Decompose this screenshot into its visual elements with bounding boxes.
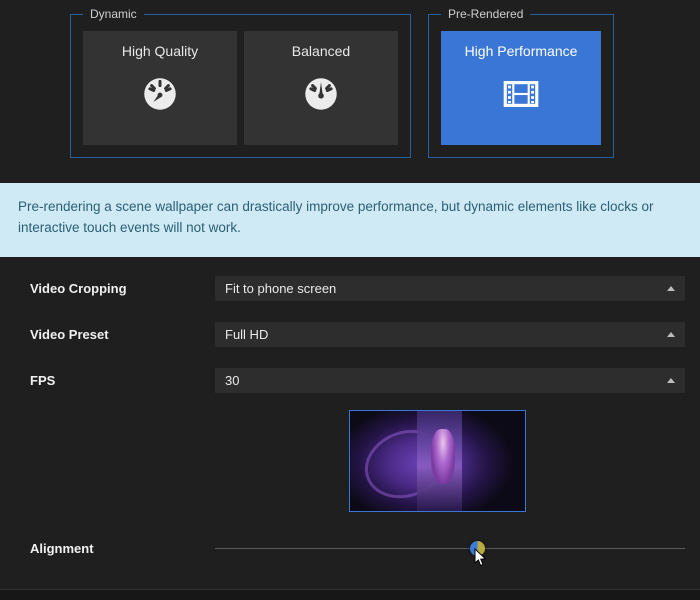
fps-dropdown[interactable]: 30 <box>215 368 685 393</box>
fps-label: FPS <box>30 373 55 388</box>
video-cropping-label: Video Cropping <box>30 281 127 296</box>
alignment-label: Alignment <box>30 541 94 556</box>
chevron-up-icon <box>667 286 675 291</box>
balanced-button[interactable]: Balanced <box>244 31 398 145</box>
chevron-up-icon <box>667 378 675 383</box>
gauge-icon <box>139 73 181 118</box>
wallpaper-preview-thumbnail <box>349 410 526 512</box>
balanced-label: Balanced <box>292 43 350 59</box>
video-cropping-value: Fit to phone screen <box>225 281 336 296</box>
video-preset-dropdown[interactable]: Full HD <box>215 322 685 347</box>
high-quality-button[interactable]: High Quality <box>83 31 237 145</box>
alignment-slider-handle[interactable] <box>470 541 485 556</box>
prerender-notice-text: Pre-rendering a scene wallpaper can dras… <box>18 197 658 239</box>
prerendered-group: Pre-Rendered High Performance <box>428 14 614 158</box>
prerender-notice: Pre-rendering a scene wallpaper can dras… <box>0 183 700 257</box>
bottom-bar <box>0 589 700 600</box>
fps-value: 30 <box>225 373 239 388</box>
video-preset-value: Full HD <box>225 327 268 342</box>
export-settings-panel: Dynamic High Quality <box>0 0 700 600</box>
video-preset-label: Video Preset <box>30 327 109 342</box>
chevron-up-icon <box>667 332 675 337</box>
dynamic-group: Dynamic High Quality <box>70 14 411 158</box>
video-cropping-dropdown[interactable]: Fit to phone screen <box>215 276 685 301</box>
preview-character-art <box>431 429 456 484</box>
dynamic-group-legend: Dynamic <box>83 7 144 21</box>
high-performance-button[interactable]: High Performance <box>441 31 601 145</box>
prerendered-group-legend: Pre-Rendered <box>441 7 530 21</box>
film-icon <box>500 73 542 118</box>
high-performance-label: High Performance <box>465 43 578 59</box>
high-quality-label: High Quality <box>122 43 198 59</box>
alignment-slider-track[interactable] <box>215 548 685 549</box>
gauge-icon <box>300 73 342 118</box>
